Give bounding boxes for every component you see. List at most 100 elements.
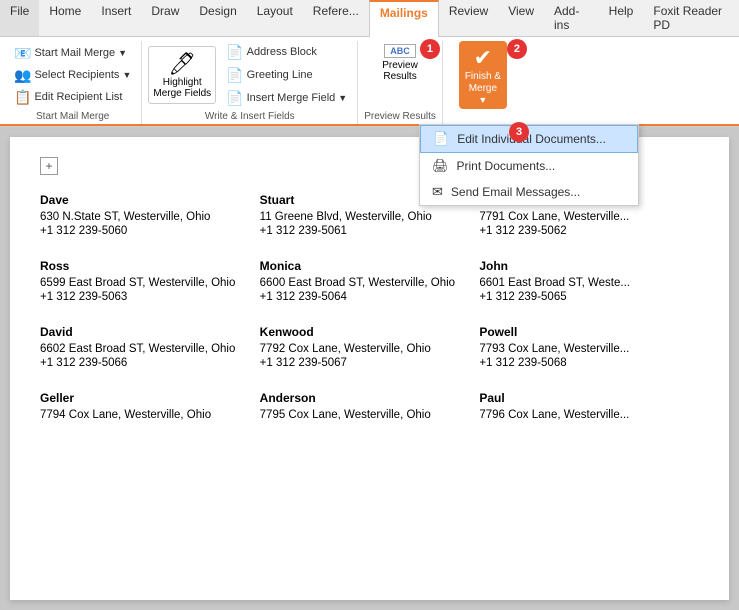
contact-cell: Ross 6599 East Broad ST, Westerville, Ohi… [40,251,260,317]
contact-name: Kenwood [260,325,470,339]
finish-merge-button[interactable]: ✔ Finish &Merge ▼ [459,41,507,109]
contact-cell: Anderson 7795 Cox Lane, Westerville, Ohio [260,383,480,431]
tab-addins[interactable]: Add-ins [544,0,599,36]
group-finish-merge: 2 ✔ Finish &Merge ▼ [443,41,523,124]
group-start-mail-merge: 📧 Start Mail Merge ▼ 👥 Select Recipients… [4,41,142,124]
finish-merge-arrow-icon: ▼ [478,95,487,105]
select-recipients-button[interactable]: 👥 Select Recipients ▼ [10,65,135,86]
contact-phone: +1 312 239-5061 [260,225,470,237]
edit-individual-docs-item[interactable]: 📄 Edit Individual Documents... [420,125,638,153]
finish-merge-icon: ✔ [474,45,492,71]
add-icon[interactable]: + [40,157,58,175]
group-finish-label [482,109,485,124]
preview-results-label: PreviewResults [382,60,418,82]
contact-cell: Paul 7796 Cox Lane, Westerville... [479,383,699,431]
contact-address: 7796 Cox Lane, Westerville... [479,409,689,421]
tab-references[interactable]: Refere... [303,0,369,36]
contact-address: 6601 East Broad ST, Weste... [479,277,689,289]
ribbon-tabs: File Home Insert Draw Design Layout Refe… [0,0,739,37]
contact-address: 6599 East Broad ST, Westerville, Ohio [40,277,250,289]
contact-cell: Powell7793 Cox Lane, Westerville...+1 31… [479,317,699,383]
address-block-button[interactable]: 📄 Address Block [222,42,351,63]
tab-view[interactable]: View [498,0,544,36]
tab-insert[interactable]: Insert [91,0,141,36]
contact-name: John [479,259,689,273]
contact-name: Geller [40,391,250,405]
start-mail-merge-button[interactable]: 📧 Start Mail Merge ▼ [10,43,135,64]
dropdown-arrow-icon: ▼ [118,48,127,58]
highlight-icon: 🖊 [168,51,196,77]
contact-address: 7795 Cox Lane, Westerville, Ohio [260,409,470,421]
send-email-icon: ✉ [432,184,443,200]
print-documents-item[interactable]: 🖨 Print Documents... [420,153,638,179]
tab-foxit[interactable]: Foxit Reader PD [643,0,739,36]
contact-phone: +1 312 239-5064 [260,291,470,303]
group-preview-label: Preview Results [364,109,436,124]
contact-phone: +1 312 239-5068 [479,357,689,369]
group-write-insert: 🖊 HighlightMerge Fields 📄 Address Block … [142,41,358,124]
tab-mailings[interactable]: Mailings [369,0,439,37]
contact-address: 6602 East Broad ST, Westerville, Ohio [40,343,250,355]
tab-review[interactable]: Review [439,0,498,36]
contact-phone: +1 312 239-5065 [479,291,689,303]
edit-recipient-list-button[interactable]: 📋 Edit Recipient List [10,87,135,108]
contact-cell: David6602 East Broad ST, Westerville, Oh… [40,317,260,383]
badge-3: 3 [509,122,529,142]
contact-cell: Geller 7794 Cox Lane, Westerville, Ohio [40,383,260,431]
contact-phone: +1 312 239-5067 [260,357,470,369]
mail-merge-icon: 📧 [14,45,31,62]
select-recipients-icon: 👥 [14,67,31,84]
group-start-label: Start Mail Merge [36,109,109,124]
finish-merge-dropdown: 📄 Edit Individual Documents... 🖨 Print D… [419,124,639,206]
greeting-line-icon: 📄 [226,67,243,84]
dropdown-arrow2-icon: ▼ [122,70,131,80]
finish-merge-label: Finish &Merge [465,71,501,95]
tab-design[interactable]: Design [189,0,246,36]
contact-name: Monica [260,259,470,273]
contact-cell: Kenwood 7792 Cox Lane, Westerville, Ohio +… [260,317,480,383]
edit-docs-icon: 📄 [433,131,449,147]
tab-layout[interactable]: Layout [247,0,303,36]
highlight-label: HighlightMerge Fields [153,77,211,99]
address-block-label: Address Block [247,46,317,58]
preview-results-button[interactable]: ABC PreviewResults [376,41,424,85]
tab-home[interactable]: Home [39,0,91,36]
contact-cell: Dave630 N.State ST, Westerville, Ohio+1 … [40,185,260,251]
contact-name: Paul [479,391,689,405]
tab-draw[interactable]: Draw [141,0,189,36]
contact-address: 7792 Cox Lane, Westerville, Ohio [260,343,470,355]
tab-help[interactable]: Help [599,0,644,36]
contact-phone: +1 312 239-5060 [40,225,250,237]
tab-file[interactable]: File [0,0,39,36]
ribbon: File Home Insert Draw Design Layout Refe… [0,0,739,127]
badge-1: 1 [420,39,440,59]
group-preview-results: 1 ABC PreviewResults Preview Results [358,41,443,124]
greeting-line-label: Greeting Line [247,69,313,81]
contact-cell: Monica 6600 East Broad ST, Westerville, O… [260,251,480,317]
group-write-label: Write & Insert Fields [205,109,295,124]
contact-name: Ross [40,259,250,273]
abc-preview-label: ABC [384,44,416,58]
contact-name: Anderson [260,391,470,405]
contact-name: Powell [479,325,689,339]
print-docs-icon: 🖨 [432,158,449,174]
contact-address: 11 Greene Blvd, Westerville, Ohio [260,211,470,223]
greeting-line-button[interactable]: 📄 Greeting Line [222,65,351,86]
contacts-grid: Dave630 N.State ST, Westerville, Ohio+1 … [40,185,699,431]
send-email-label: Send Email Messages... [451,185,580,199]
edit-list-icon: 📋 [14,89,31,106]
badge-2: 2 [507,39,527,59]
edit-individual-docs-label: Edit Individual Documents... [457,132,606,146]
contact-address: 7794 Cox Lane, Westerville, Ohio [40,409,250,421]
ribbon-content: 📧 Start Mail Merge ▼ 👥 Select Recipients… [0,37,739,126]
send-email-item[interactable]: ✉ Send Email Messages... [420,179,638,205]
document-page: + Dave630 N.State ST, Westerville, Ohio+… [10,137,729,600]
highlight-merge-fields-button[interactable]: 🖊 HighlightMerge Fields [148,46,216,104]
contact-address: 6600 East Broad ST, Westerville, Ohio [260,277,470,289]
contact-address: 7791 Cox Lane, Westerville... [479,211,689,223]
insert-merge-icon: 📄 [226,90,243,107]
address-block-icon: 📄 [226,44,243,61]
insert-merge-field-button[interactable]: 📄 Insert Merge Field ▼ [222,88,351,109]
select-recipients-label: Select Recipients [34,69,119,81]
contact-name: Dave [40,193,250,207]
